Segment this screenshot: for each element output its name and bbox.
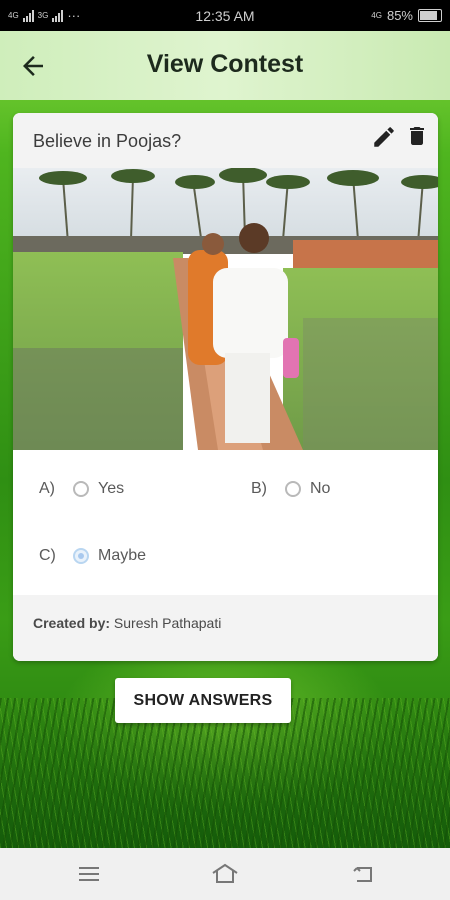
radio-button[interactable] xyxy=(73,481,89,497)
option-b[interactable]: B) No xyxy=(251,480,330,498)
contest-card: Believe in Poojas? A) Yes B) No C) Maybe… xyxy=(13,113,438,661)
option-letter: C) xyxy=(39,547,56,564)
menu-icon xyxy=(79,867,99,881)
back-nav-button[interactable] xyxy=(348,860,378,888)
option-letter: A) xyxy=(39,480,55,497)
creator-name: Suresh Pathapati xyxy=(113,615,222,631)
battery-icon xyxy=(418,9,442,22)
radio-button[interactable] xyxy=(285,481,301,497)
trash-icon xyxy=(410,127,424,145)
app-bar: View Contest xyxy=(0,31,450,100)
option-label: Yes xyxy=(98,480,125,497)
card-header: Believe in Poojas? xyxy=(13,113,438,168)
option-a[interactable]: A) Yes xyxy=(39,480,124,498)
home-button[interactable] xyxy=(210,860,240,888)
option-c[interactable]: C) Maybe xyxy=(39,547,146,565)
created-by: Created by: Suresh Pathapati xyxy=(33,615,221,631)
network-label: 4G xyxy=(371,11,382,20)
options-group: A) Yes B) No C) Maybe xyxy=(13,450,438,595)
created-by-label: Created by: xyxy=(33,615,111,631)
home-icon xyxy=(212,863,238,883)
radio-button-selected[interactable] xyxy=(73,548,89,564)
contest-question: Believe in Poojas? xyxy=(33,131,182,151)
menu-button[interactable] xyxy=(74,860,104,888)
option-label: No xyxy=(310,480,331,497)
status-bar: 4G 3G ··· 12:35 AM 4G 85% xyxy=(0,0,450,31)
battery-percent: 85% xyxy=(386,8,413,23)
page-title: View Contest xyxy=(146,50,304,78)
system-nav-bar xyxy=(0,848,450,900)
contest-photo xyxy=(13,168,438,450)
back-icon xyxy=(353,867,372,882)
delete-button[interactable] xyxy=(405,123,429,149)
option-label: Maybe xyxy=(98,547,147,564)
pencil-icon xyxy=(374,127,394,147)
edit-button[interactable] xyxy=(371,124,397,150)
card-footer: Created by: Suresh Pathapati xyxy=(13,595,438,661)
option-letter: B) xyxy=(251,480,267,497)
show-answers-button[interactable]: SHOW ANSWERS xyxy=(115,678,291,723)
